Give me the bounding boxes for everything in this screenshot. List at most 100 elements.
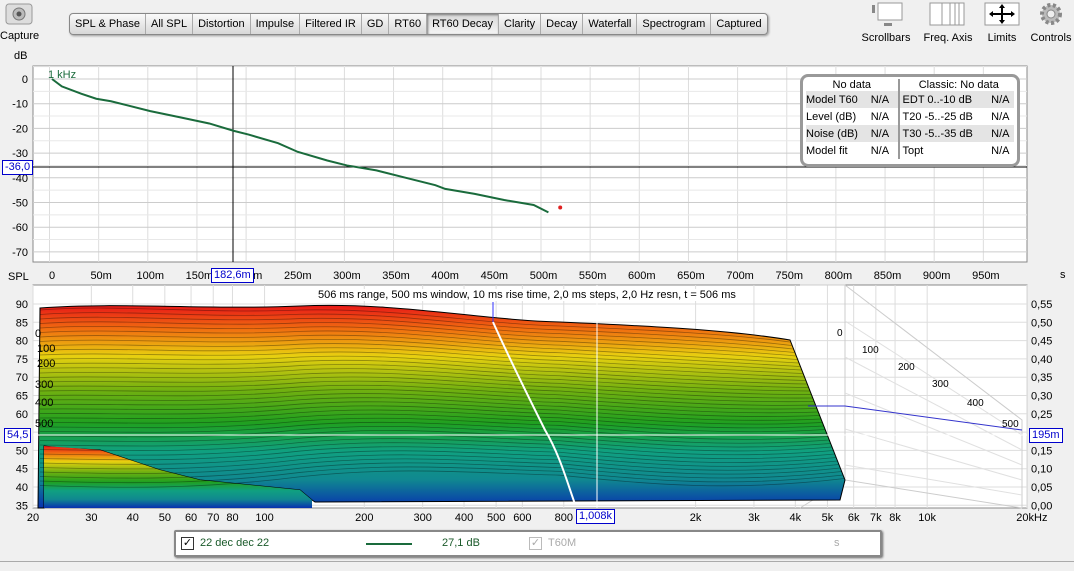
time-slice-label-left: 400 <box>35 397 53 409</box>
info-left-header: No data <box>806 79 900 91</box>
info-key: Noise (dB) <box>806 127 858 140</box>
x-tick-label: 10k <box>918 512 936 524</box>
y-tick-label: 90 <box>16 299 28 311</box>
gear-icon <box>1040 3 1062 25</box>
rt60-info-table: No data Classic: No data Model T60 N/A EDT 0… <box>800 74 1020 167</box>
x-tick-label: 60 <box>185 512 197 524</box>
tab-gd[interactable]: GD <box>362 14 390 34</box>
x-tick-label: 20 <box>27 512 39 524</box>
y-tick-label: 0 <box>22 74 28 86</box>
info-value: N/A <box>870 142 900 159</box>
freq-axis-button[interactable]: Freq. Axis <box>918 0 978 45</box>
tab-spl-phase[interactable]: SPL & Phase <box>70 14 147 34</box>
right-tick-label: 0,55 <box>1031 299 1052 311</box>
tab-rt60[interactable]: RT60 <box>389 14 428 34</box>
y-tick-label: -10 <box>12 99 28 111</box>
scrollbars-label: Scrollbars <box>861 32 911 44</box>
y-tick-label: 70 <box>16 372 28 384</box>
right-tick-label: 0,15 <box>1031 445 1052 457</box>
scrollbars-button[interactable]: Scrollbars <box>858 0 914 45</box>
waterfall-cursor-freq-readout: 1,008k <box>576 509 616 524</box>
controls-label: Controls <box>1030 32 1072 44</box>
info-key: Model T60 <box>806 93 858 106</box>
tab-waterfall[interactable]: Waterfall <box>583 14 638 34</box>
measurement-checkbox[interactable]: ✓ <box>181 537 194 550</box>
status-bar <box>0 561 1074 571</box>
measurement-value: 27,1 dB <box>442 537 480 549</box>
y-tick-label: -70 <box>12 247 28 259</box>
x-tick-label: 8k <box>889 512 901 524</box>
tab-captured[interactable]: Captured <box>711 14 766 34</box>
tab-spectrogram[interactable]: Spectrogram <box>637 14 712 34</box>
y-tick-label: 45 <box>16 464 28 476</box>
x-tick-label: 800 <box>555 512 573 524</box>
x-tick-label: 70 <box>207 512 219 524</box>
info-value: N/A <box>870 108 900 125</box>
x-tick-label: 4k <box>790 512 802 524</box>
y-tick-label: 60 <box>16 409 28 421</box>
waterfall-plot[interactable]: 9085807570656055504540350,550,500,450,40… <box>0 280 1074 525</box>
y-tick-label: -20 <box>12 123 28 135</box>
scrollbars-icon <box>872 2 903 26</box>
curve-label: 1 kHz <box>48 69 76 81</box>
y-tick-label: 65 <box>16 391 28 403</box>
x-tick-label: 300 <box>413 512 431 524</box>
tab-decay[interactable]: Decay <box>541 14 584 34</box>
right-tick-label: 0,05 <box>1031 482 1052 494</box>
info-value: N/A <box>991 144 1010 157</box>
x-tick-label: 100 <box>255 512 273 524</box>
right-tick-label: 0,50 <box>1031 317 1052 329</box>
y-tick-label: 80 <box>16 336 28 348</box>
x-tick-label: 40 <box>127 512 139 524</box>
time-slice-label-left: 100 <box>37 343 55 355</box>
x-tick-label: 5k <box>822 512 834 524</box>
info-value: N/A <box>870 125 900 142</box>
freq-axis-label: Freq. Axis <box>923 32 973 44</box>
info-key: EDT 0..-10 dB <box>902 93 973 106</box>
tab-rt60-decay[interactable]: RT60 Decay <box>427 14 499 34</box>
tab-impulse[interactable]: Impulse <box>251 14 301 34</box>
x-tick-label: 6k <box>848 512 860 524</box>
t60m-checkbox[interactable]: ✓ <box>529 537 542 550</box>
tab-clarity[interactable]: Clarity <box>499 14 542 34</box>
x-tick-label: 3k <box>748 512 760 524</box>
legend-panel: ✓ 22 dec dec 22 27,1 dB ✓ T60M s <box>174 530 882 557</box>
time-slice-label-right: 500 <box>1002 419 1019 430</box>
info-value: N/A <box>870 91 900 108</box>
decay-cursor-y-readout: -36,0 <box>2 160 34 175</box>
y-tick-label: 75 <box>16 354 28 366</box>
right-tick-label: 0,00 <box>1031 500 1052 512</box>
y-tick-label: -30 <box>12 148 28 160</box>
x-tick-label: 30 <box>85 512 97 524</box>
controls-button[interactable]: Controls <box>1028 0 1074 45</box>
tab-distortion[interactable]: Distortion <box>193 14 251 34</box>
right-tick-label: 0,30 <box>1031 391 1052 403</box>
time-slice-label-right: 200 <box>898 362 915 373</box>
info-value: N/A <box>991 93 1010 106</box>
right-tick-label: 0,10 <box>1031 464 1052 476</box>
time-slice-label-right: 100 <box>862 345 879 356</box>
info-right-header: Classic: No data <box>918 79 999 91</box>
decay-marker <box>558 205 563 210</box>
x-tick-label: 50 <box>159 512 171 524</box>
waterfall-cursor-spl-readout: 54,5 <box>4 428 32 443</box>
limits-button[interactable]: Limits <box>982 0 1022 45</box>
camera-icon <box>5 3 33 25</box>
tab-filtered-ir[interactable]: Filtered IR <box>300 14 362 34</box>
y-tick-label: 50 <box>16 445 28 457</box>
y-tick-label: 85 <box>16 317 28 329</box>
tab-bar: SPL & Phase All SPL Distortion Impulse Filte… <box>69 13 768 35</box>
y-tick-label: 35 <box>16 500 28 512</box>
right-tick-label: 0,40 <box>1031 354 1052 366</box>
waterfall-cursor-time-readout: 195m <box>1029 428 1063 443</box>
info-key: T20 -5..-25 dB <box>902 110 973 123</box>
freq-axis-icon <box>929 2 965 26</box>
y-tick-label: -60 <box>12 222 28 234</box>
info-key: Model fit <box>806 144 848 157</box>
measurement-name: 22 dec dec 22 <box>200 537 270 549</box>
waterfall-info-text: 506 ms range, 500 ms window, 10 ms rise … <box>318 289 736 301</box>
info-value: N/A <box>991 127 1010 140</box>
right-tick-label: 0,35 <box>1031 372 1052 384</box>
tab-all-spl[interactable]: All SPL <box>146 14 194 34</box>
time-slice-label-left: 500 <box>35 418 53 430</box>
